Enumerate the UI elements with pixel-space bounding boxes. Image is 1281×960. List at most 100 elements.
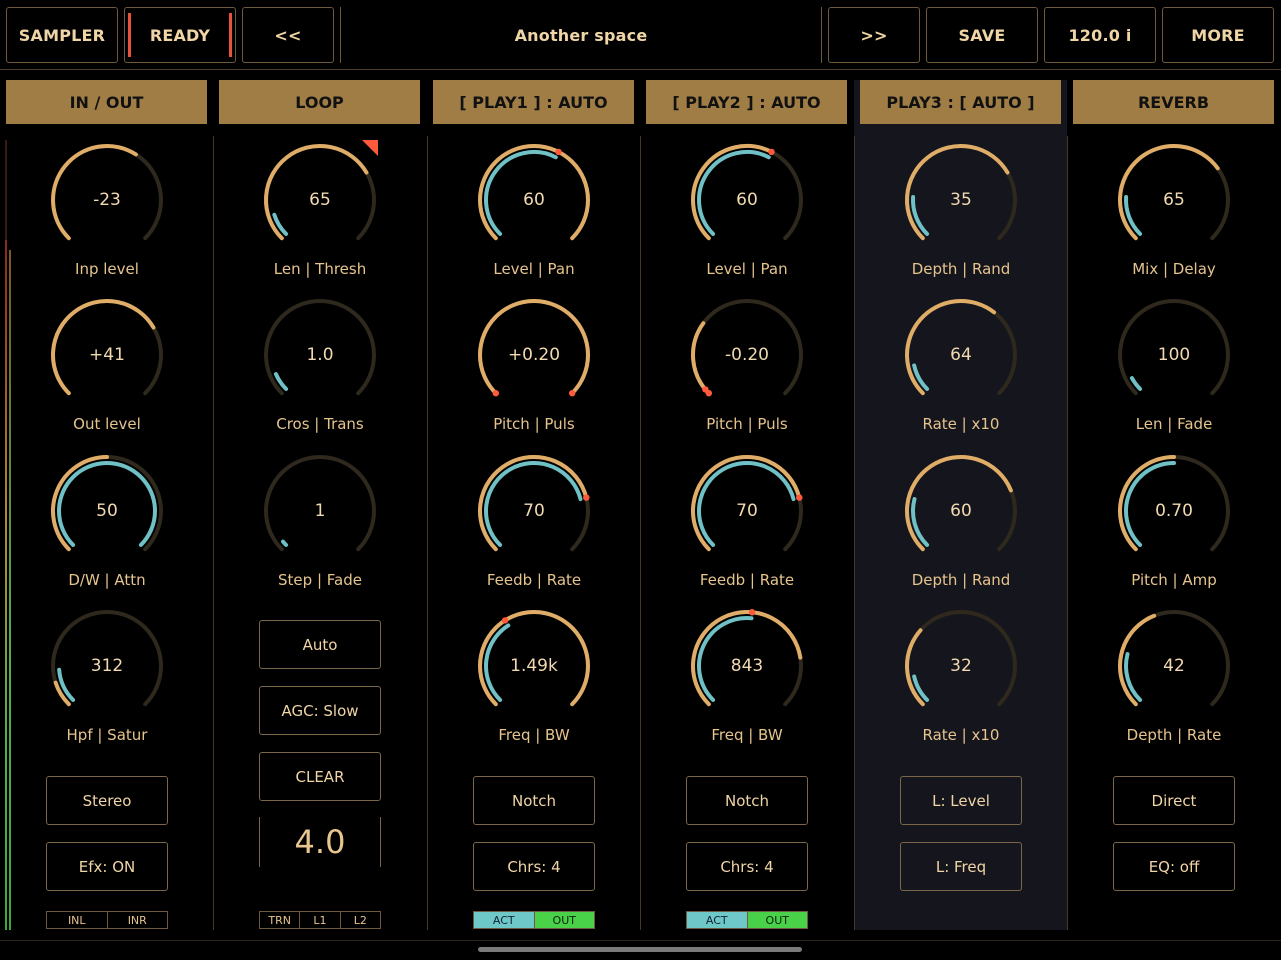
knob-depth-rand[interactable]: 35 xyxy=(901,140,1021,260)
knob-label: Pitch | Amp xyxy=(1131,571,1217,589)
column-header-play2: [ PLAY2 ] : AUTO xyxy=(646,80,847,124)
knob-label: Out level xyxy=(73,415,141,433)
knob-label: Pitch | Puls xyxy=(706,415,788,433)
lfo-level-button[interactable]: L: Level xyxy=(900,776,1022,825)
column-divider xyxy=(640,136,641,930)
sampler-button[interactable]: SAMPLER xyxy=(6,7,118,63)
knob-step-fade[interactable]: 1 xyxy=(260,451,380,571)
knob-pitch-amp[interactable]: 0.70 xyxy=(1114,451,1234,571)
knob-value: +0.20 xyxy=(507,345,561,365)
tempo-button[interactable]: 120.0 i xyxy=(1044,7,1156,63)
knob-label: Level | Pan xyxy=(493,260,575,278)
knob-value: 60 xyxy=(736,190,758,210)
play1-chorus-button[interactable]: Chrs: 4 xyxy=(473,842,595,891)
knob-rate-x10[interactable]: 64 xyxy=(901,295,1021,415)
knob-value: 32 xyxy=(950,656,972,676)
ready-label: READY xyxy=(149,25,211,45)
previous-preset-button[interactable]: << xyxy=(242,7,334,63)
next-preset-button[interactable]: >> xyxy=(828,7,920,63)
efx-toggle-button[interactable]: Efx: ON xyxy=(46,842,168,891)
knob-value: 312 xyxy=(90,656,124,676)
auto-button[interactable]: Auto xyxy=(259,620,381,669)
knob-value: 100 xyxy=(1157,345,1191,365)
bottom-separator xyxy=(0,940,1281,941)
knob-out-level[interactable]: +41 xyxy=(47,295,167,415)
knob-inp-level[interactable]: -23 xyxy=(47,140,167,260)
knob-depth-rand[interactable]: 60 xyxy=(901,451,1021,571)
knob-value: -0.20 xyxy=(725,345,769,365)
save-button[interactable]: SAVE xyxy=(926,7,1038,63)
agc-button[interactable]: AGC: Slow xyxy=(259,686,381,735)
knob-label: Freq | BW xyxy=(711,726,783,744)
column-header-play3: PLAY3 : [ AUTO ] xyxy=(860,80,1061,124)
knob-feedb-rate[interactable]: 70 xyxy=(474,451,594,571)
play2-notch-button[interactable]: Notch xyxy=(686,776,808,825)
knob-label: Depth | Rand xyxy=(911,571,1011,589)
ready-left-bar xyxy=(128,13,131,57)
knob-value: 843 xyxy=(730,656,764,676)
knob-label: Depth | Rand xyxy=(911,260,1011,278)
home-indicator[interactable] xyxy=(478,947,802,952)
knob-level-pan[interactable]: 60 xyxy=(474,140,594,260)
knob-label: Len | Thresh xyxy=(273,260,367,278)
play2-act-toggle[interactable]: ACT xyxy=(687,912,748,928)
knob-freq-bw[interactable]: 1.49k xyxy=(474,606,594,726)
l1-toggle[interactable]: L1 xyxy=(300,912,341,928)
knob-label: Inp level xyxy=(75,260,139,278)
knob-pitch-puls[interactable]: -0.20 xyxy=(687,295,807,415)
play1-notch-button[interactable]: Notch xyxy=(473,776,595,825)
input-meter-left xyxy=(5,240,7,930)
more-button[interactable]: MORE xyxy=(1162,7,1274,63)
knob-cros-trans[interactable]: 1.0 xyxy=(260,295,380,415)
knob-value: 64 xyxy=(950,345,972,365)
inr-toggle[interactable]: INR xyxy=(108,912,168,928)
column-divider xyxy=(1067,136,1068,930)
play1-act-toggle[interactable]: ACT xyxy=(474,912,535,928)
knob-freq-bw[interactable]: 843 xyxy=(687,606,807,726)
trn-toggle[interactable]: TRN xyxy=(260,912,301,928)
play2-out-toggle[interactable]: OUT xyxy=(747,912,807,928)
input-meter-right xyxy=(9,250,11,930)
clear-button[interactable]: CLEAR xyxy=(259,752,381,801)
knob-label: Feedb | Rate xyxy=(699,571,795,589)
knob-label: Len | Fade xyxy=(1135,415,1213,433)
reverb-eq-button[interactable]: EQ: off xyxy=(1113,842,1235,891)
knob-len-thresh[interactable]: 65 xyxy=(260,140,380,260)
knob-rate-x10[interactable]: 32 xyxy=(901,606,1021,726)
knob-value: 1 xyxy=(314,501,326,521)
play1-out-toggle[interactable]: OUT xyxy=(534,912,594,928)
knob-value: 0.70 xyxy=(1155,501,1193,521)
input-channel-selector: INL INR xyxy=(46,911,168,929)
preset-name[interactable]: Another space xyxy=(340,7,822,63)
play2-status: ACT OUT xyxy=(686,911,808,929)
reverb-direct-button[interactable]: Direct xyxy=(1113,776,1235,825)
column-header-loop: LOOP xyxy=(219,80,420,124)
knob-len-fade[interactable]: 100 xyxy=(1114,295,1234,415)
knob-value: 50 xyxy=(96,501,118,521)
l2-toggle[interactable]: L2 xyxy=(341,912,380,928)
knob-feedb-rate[interactable]: 70 xyxy=(687,451,807,571)
knob-depth-rate[interactable]: 42 xyxy=(1114,606,1234,726)
column-header-play1: [ PLAY1 ] : AUTO xyxy=(433,80,634,124)
knob-hpf-satur[interactable]: 312 xyxy=(47,606,167,726)
knob-value: 60 xyxy=(950,501,972,521)
play2-chorus-button[interactable]: Chrs: 4 xyxy=(686,842,808,891)
column-divider xyxy=(213,136,214,930)
column-header-in-out: IN / OUT xyxy=(6,80,207,124)
knob-value: 65 xyxy=(1163,190,1185,210)
loop-length-display[interactable]: 4.0 xyxy=(259,817,381,867)
knob-d-w-attn[interactable]: 50 xyxy=(47,451,167,571)
toolbar-separator xyxy=(0,69,1281,70)
knob-mix-delay[interactable]: 65 xyxy=(1114,140,1234,260)
ready-right-bar xyxy=(229,13,232,57)
knob-value: 70 xyxy=(523,501,545,521)
knob-value: 42 xyxy=(1163,656,1185,676)
knob-value: -23 xyxy=(93,190,121,210)
knob-level-pan[interactable]: 60 xyxy=(687,140,807,260)
inl-toggle[interactable]: INL xyxy=(47,912,108,928)
ready-button[interactable]: READY xyxy=(124,7,236,63)
lfo-freq-button[interactable]: L: Freq xyxy=(900,842,1022,891)
knob-pitch-puls[interactable]: +0.20 xyxy=(474,295,594,415)
stereo-button[interactable]: Stereo xyxy=(46,776,168,825)
knob-label: Pitch | Puls xyxy=(493,415,575,433)
